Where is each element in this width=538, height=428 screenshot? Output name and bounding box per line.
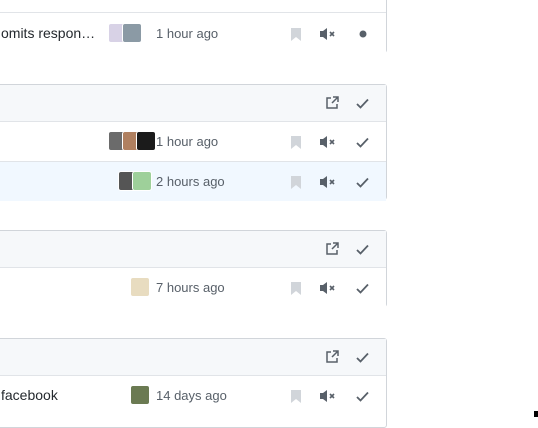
check-icon[interactable] [353, 240, 371, 258]
notification-time: 1 hour ago [156, 134, 219, 149]
notification-row[interactable]: 1 hour ago [0, 122, 386, 162]
notification-title[interactable]: facebook [1, 387, 58, 403]
mute-icon[interactable] [319, 25, 337, 43]
notification-group-2: 1 hour ago 2 hours ago [0, 84, 387, 201]
group-header [0, 339, 386, 376]
notification-row[interactable]: facebook 14 days ago [0, 376, 386, 415]
check-icon[interactable] [353, 94, 371, 112]
mute-icon[interactable] [319, 387, 337, 405]
avatar [130, 385, 150, 405]
notification-group-4: facebook 14 days ago [0, 338, 387, 428]
avatar [130, 277, 150, 297]
external-link-icon[interactable] [323, 240, 341, 258]
avatar [132, 171, 152, 191]
bookmark-icon[interactable] [287, 279, 305, 297]
bookmark-icon[interactable] [287, 387, 305, 405]
notification-row[interactable]: 7 hours ago [0, 268, 386, 307]
notification-time: 7 hours ago [156, 280, 225, 295]
participant-avatars [108, 131, 156, 151]
check-icon[interactable] [353, 348, 371, 366]
avatar [136, 131, 156, 151]
notification-group-1: omits respon… 1 hour ago [0, 0, 387, 53]
notification-time: 2 hours ago [156, 174, 225, 189]
mute-icon[interactable] [319, 279, 337, 297]
notification-row-partial[interactable] [0, 0, 386, 13]
participant-avatars [108, 23, 142, 43]
external-link-icon[interactable] [323, 94, 341, 112]
check-icon[interactable] [353, 279, 371, 297]
notification-title[interactable]: omits respon… [1, 25, 95, 41]
check-icon[interactable] [353, 133, 371, 151]
notification-group-3: 7 hours ago [0, 230, 387, 307]
check-icon[interactable] [353, 173, 371, 191]
mouse-cursor [534, 411, 538, 417]
participant-avatars [130, 277, 150, 297]
external-link-icon[interactable] [323, 348, 341, 366]
participant-avatars [118, 171, 152, 191]
notification-time: 1 hour ago [156, 26, 219, 41]
notification-row[interactable]: 2 hours ago [0, 162, 386, 201]
check-icon[interactable] [353, 387, 371, 405]
bookmark-icon[interactable] [287, 25, 305, 43]
unread-dot-icon[interactable] [354, 25, 372, 43]
bookmark-icon[interactable] [287, 173, 305, 191]
bookmark-icon[interactable] [287, 133, 305, 151]
group-header [0, 231, 386, 268]
notification-time: 14 days ago [156, 388, 227, 403]
mute-icon[interactable] [319, 133, 337, 151]
avatar [122, 23, 142, 43]
group-header [0, 85, 386, 122]
participant-avatars [130, 385, 150, 405]
notification-row[interactable]: omits respon… 1 hour ago [0, 13, 386, 53]
mute-icon[interactable] [319, 173, 337, 191]
